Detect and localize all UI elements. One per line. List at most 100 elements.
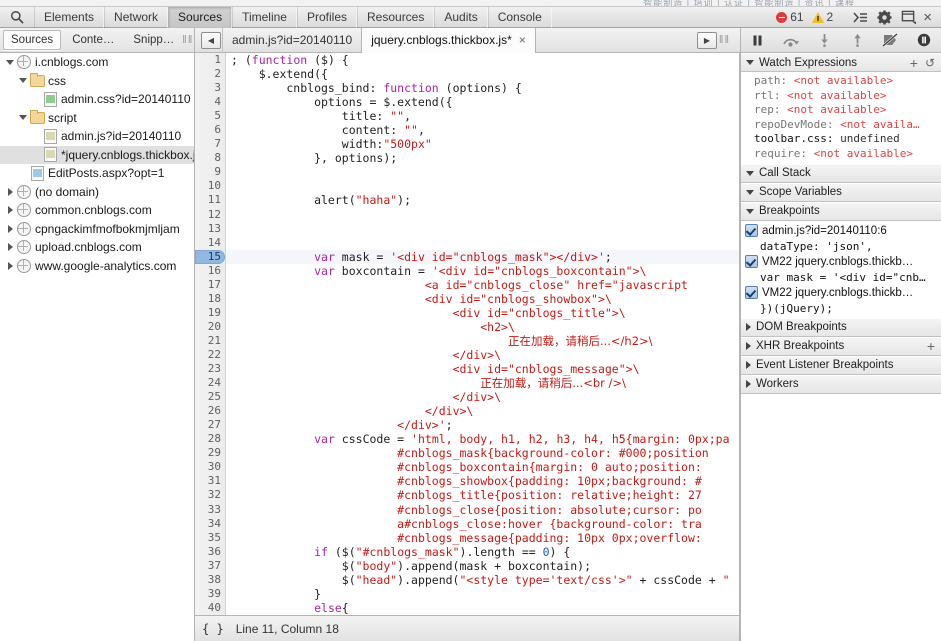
tab-profiles[interactable]: Profiles	[296, 6, 357, 28]
line-number[interactable]: 5	[195, 109, 225, 123]
breakpoint-item[interactable]: VM22 jquery.cnblogs.thickb…	[741, 254, 941, 270]
watch-expression-row[interactable]: require: <not available>	[741, 147, 941, 162]
deactivate-breakpoints-icon[interactable]	[878, 29, 904, 52]
code-line[interactable]: else{	[226, 601, 739, 615]
tree-item[interactable]: common.cnblogs.com	[0, 201, 194, 220]
line-number[interactable]: 34	[195, 517, 225, 531]
twisty-icon[interactable]	[4, 59, 16, 65]
chevron-right-icon[interactable]	[746, 380, 751, 389]
line-number[interactable]: 33	[195, 503, 225, 517]
step-into-icon[interactable]	[811, 29, 837, 52]
line-number[interactable]: 32	[195, 488, 225, 502]
code-line[interactable]: #cnblogs_title{position: relative;height…	[226, 488, 739, 502]
code-line[interactable]: $("head").append("<style type='text/css'…	[226, 573, 739, 587]
line-number[interactable]: 16	[195, 264, 225, 278]
breakpoint-checkbox[interactable]	[745, 224, 758, 238]
watch-expression-row[interactable]: rtl: <not available>	[741, 89, 941, 104]
chevron-down-icon[interactable]	[746, 208, 754, 214]
tree-item[interactable]: i.cnblogs.com	[0, 53, 194, 72]
tree-item[interactable]: css	[0, 72, 194, 91]
code-line[interactable]: <div id="cnblogs_message">\	[226, 362, 739, 376]
breakpoint-checkbox[interactable]	[745, 286, 758, 300]
search-icon[interactable]	[0, 7, 34, 28]
pretty-print-icon[interactable]: { }	[202, 622, 224, 636]
chevron-down-icon[interactable]	[746, 170, 754, 176]
add-icon[interactable]: +	[910, 56, 918, 70]
code-line[interactable]: content: "",	[226, 123, 739, 137]
code-line[interactable]: <div id="cnblogs_showbox">\	[226, 292, 739, 306]
sources-file-tree[interactable]: i.cnblogs.com css admin.css?id=20140110 scr…	[0, 53, 195, 641]
line-number[interactable]: 12	[195, 208, 225, 222]
refresh-icon[interactable]: ↺	[925, 57, 935, 69]
section-header-dom-breakpoints[interactable]: DOM Breakpoints	[741, 317, 941, 337]
breakpoint-item[interactable]: admin.js?id=20140110:6	[741, 223, 941, 239]
chevron-right-icon[interactable]	[746, 342, 751, 351]
line-number[interactable]: 3	[195, 81, 225, 95]
editor-tab-admin-js[interactable]: admin.js?id=20140110	[222, 28, 363, 52]
code-line[interactable]: 正在加载，请稍后...<br />\	[226, 376, 739, 390]
debugger-sidebar[interactable]: Watch Expressions + ↺ path: <not available>…	[740, 53, 941, 641]
line-number[interactable]: 24	[195, 376, 225, 390]
twisty-icon[interactable]	[17, 115, 29, 121]
code-line[interactable]: #cnblogs_mask{background-color: #000;pos…	[226, 446, 739, 460]
section-header-call-stack[interactable]: Call Stack	[741, 163, 941, 183]
code-line[interactable]: var cssCode = 'html, body, h1, h2, h3, h…	[226, 432, 739, 446]
breakpoint-item[interactable]: VM22 jquery.cnblogs.thickb…	[741, 285, 941, 301]
code-line[interactable]: </div>\	[226, 404, 739, 418]
line-number[interactable]: 28	[195, 432, 225, 446]
line-number[interactable]: 13	[195, 222, 225, 236]
tree-item[interactable]: (no domain)	[0, 183, 194, 202]
watch-expression-row[interactable]: toolbar.css: undefined	[741, 132, 941, 147]
code-line[interactable]: var boxcontain = '<div id="cnblogs_boxco…	[226, 264, 739, 278]
tab-timeline[interactable]: Timeline	[232, 6, 297, 28]
tree-item[interactable]: *jquery.cnblogs.thickbox.js	[0, 145, 194, 164]
code-line[interactable]: a#cnblogs_close:hover {background-color:…	[226, 517, 739, 531]
twisty-icon[interactable]	[4, 261, 16, 270]
line-number[interactable]: 4	[195, 95, 225, 109]
code-line[interactable]: }	[226, 587, 739, 601]
code-line[interactable]: title: "",	[226, 109, 739, 123]
line-number[interactable]: 9	[195, 165, 225, 179]
line-number[interactable]: 2	[195, 67, 225, 81]
line-number[interactable]: 23	[195, 362, 225, 376]
sidebar-tab-snippets[interactable]: Snipp…	[125, 30, 182, 50]
tab-audits[interactable]: Audits	[434, 6, 488, 28]
tree-item[interactable]: admin.css?id=20140110	[0, 90, 194, 109]
line-number[interactable]: 7	[195, 137, 225, 151]
error-warning-counters[interactable]: 61 2	[776, 10, 841, 24]
chevron-down-icon[interactable]	[746, 189, 754, 195]
code-line[interactable]: width:"500px"	[226, 137, 739, 151]
line-number[interactable]: 25	[195, 390, 225, 404]
code-line[interactable]: #cnblogs_showbox{padding: 10px;backgroun…	[226, 474, 739, 488]
code-line[interactable]: <a id="cnblogs_close" href="javascript	[226, 278, 739, 292]
pause-on-exceptions-icon[interactable]	[911, 29, 937, 52]
section-header-workers[interactable]: Workers	[741, 374, 941, 394]
line-number[interactable]: 35	[195, 531, 225, 545]
line-number[interactable]: 19	[195, 306, 225, 320]
watch-expression-row[interactable]: path: <not available>	[741, 74, 941, 89]
tree-item[interactable]: admin.js?id=20140110	[0, 127, 194, 146]
code-line[interactable]: $.extend({	[226, 67, 739, 81]
line-number[interactable]: 14	[195, 236, 225, 250]
line-number[interactable]: 17	[195, 278, 225, 292]
code-line[interactable]: ; (function ($) {	[226, 53, 739, 67]
console-drawer-icon[interactable]	[848, 7, 872, 28]
code-line[interactable]: <h2>\	[226, 320, 739, 334]
section-header-breakpoints[interactable]: Breakpoints	[741, 201, 941, 221]
pause-resume-icon[interactable]	[745, 29, 771, 52]
sidebar-tab-sources[interactable]: Sources	[3, 30, 62, 50]
tree-item[interactable]: script	[0, 109, 194, 128]
twisty-icon[interactable]	[4, 243, 16, 252]
section-header-scope-variables[interactable]: Scope Variables	[741, 182, 941, 202]
close-icon[interactable]: ×	[519, 28, 526, 53]
gear-icon[interactable]	[872, 7, 896, 28]
code-line[interactable]: </div>\	[226, 390, 739, 404]
editor-tab-jquery-cnblogs-thickbox-js[interactable]: jquery.cnblogs.thickbox.js* ×	[361, 27, 536, 53]
line-number[interactable]: 38	[195, 573, 225, 587]
line-number[interactable]: 36	[195, 545, 225, 559]
breakpoint-checkbox[interactable]	[745, 255, 758, 269]
line-number[interactable]: 31	[195, 474, 225, 488]
twisty-icon[interactable]	[4, 206, 16, 215]
line-number-gutter[interactable]: 1 2 3 4 5 6 7 8 9 10 11 12 13 14 15 16 17 18 19 20 21 22 23 24 2…	[195, 53, 226, 615]
tab-sources[interactable]: Sources	[168, 6, 233, 28]
